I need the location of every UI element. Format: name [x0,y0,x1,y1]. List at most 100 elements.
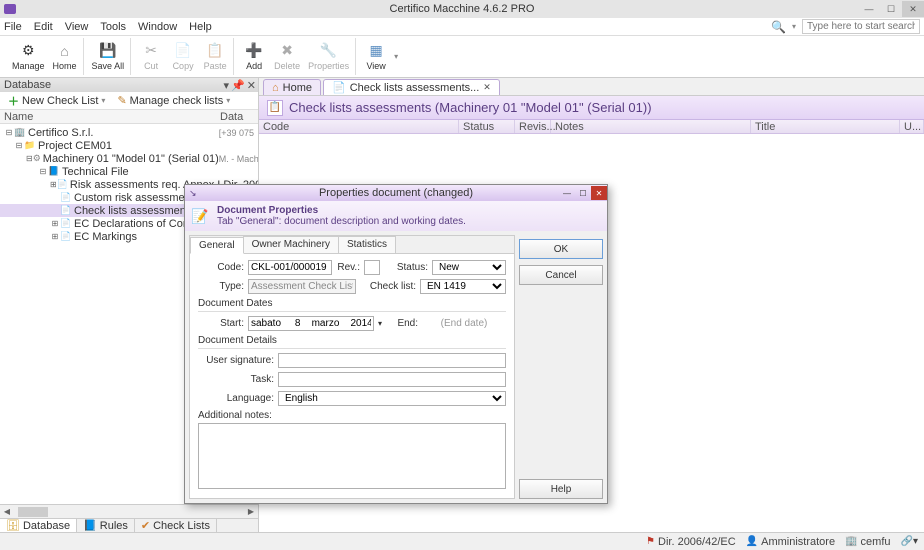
grid-col-status[interactable]: Status [459,120,515,133]
status-company: cemfu [861,536,891,548]
rules-icon: 📘 [83,519,97,532]
properties-button[interactable]: 🔧Properties [306,37,351,75]
dialog-icon: ↘ [189,188,197,199]
cut-button[interactable]: ✂Cut [137,37,165,75]
search-input[interactable] [802,19,920,34]
section-dates: Document Dates [198,298,506,312]
tree-col-name[interactable]: Name [0,111,220,123]
search-dropdown-icon[interactable]: ▾ [792,22,796,31]
add-button[interactable]: ➕Add [240,37,268,75]
maximize-button[interactable]: ☐ [880,1,902,17]
bottom-tab-rules[interactable]: 📘Rules [77,519,135,532]
search-icon[interactable]: 🔍 [771,20,786,34]
network-icon[interactable]: 🔗▾ [901,536,918,547]
banner-title: Document Properties [217,205,466,216]
rev-field[interactable] [364,260,380,275]
pencil-icon: ✎ [117,94,126,107]
menu-view[interactable]: View [65,21,89,33]
tree-row-project[interactable]: ⊟📁Project CEM01 [0,139,258,152]
folder-icon: 📁 [24,141,36,151]
tab-general[interactable]: General [190,237,244,254]
dialog-maximize-button[interactable]: ☐ [575,186,591,200]
statusbar: ⚑Dir. 2006/42/EC 👤Amministratore 🏢cemfu … [0,532,924,550]
lbl-code: Code: [198,262,244,273]
grid-col-code[interactable]: Code [259,120,459,133]
new-checklist-button[interactable]: ＋New Check List ▾ [4,93,109,109]
code-field[interactable] [248,260,332,275]
manage-button[interactable]: ⚙Manage [10,37,47,75]
panel-dropdown-icon[interactable]: ▾ [224,79,230,92]
paste-button[interactable]: 📋Paste [201,37,229,75]
user-icon: 👤 [746,536,758,547]
cancel-button[interactable]: Cancel [519,265,603,285]
grid-icon: ▦ [367,42,385,60]
help-button[interactable]: Help [519,479,603,499]
building-small-icon: 🏢 [845,536,857,547]
grid-col-notes[interactable]: Notes [551,120,751,133]
menu-tools[interactable]: Tools [100,21,126,33]
tab-close-icon[interactable]: ✕ [483,82,491,93]
copy-button[interactable]: 📄Copy [169,37,197,75]
tree-col-data[interactable]: Data [220,111,258,123]
save-all-button[interactable]: 💾Save All [90,37,127,75]
banner-subtitle: Tab "General": document description and … [217,216,466,227]
tab-checklists-doc[interactable]: 📄Check lists assessments...✕ [323,79,500,95]
close-button[interactable]: ✕ [902,1,924,17]
doc-tab-icon: 📄 [332,81,346,94]
dialog-title: Properties document (changed) [319,187,473,199]
panel-close-icon[interactable]: ✕ [247,79,256,92]
view-dropdown-icon[interactable]: ▾ [394,52,398,61]
tab-statistics[interactable]: Statistics [338,236,396,253]
minimize-button[interactable]: — [858,1,880,17]
doc-icon: 📄 [60,206,72,216]
building-icon: 🏢 [14,128,26,138]
menu-edit[interactable]: Edit [34,21,53,33]
main-toolbar: ⚙Manage ⌂Home 💾Save All ✂Cut 📄Copy 📋Past… [0,36,924,78]
wrench-doc-icon: 📝 [191,206,209,226]
doc-icon: 📄 [60,219,72,229]
bottom-tab-checklists[interactable]: ✔Check Lists [135,519,217,532]
panel-pin-icon[interactable]: 📌 [231,79,245,92]
task-field[interactable] [278,372,506,387]
tree-row-company[interactable]: ⊟🏢Certifico S.r.l.[+39 075 [0,126,258,139]
language-select[interactable]: English [278,391,506,406]
lbl-task: Task: [198,374,274,385]
menu-file[interactable]: File [4,21,22,33]
titlebar: Certifico Macchine 4.6.2 PRO — ☐ ✕ [0,0,924,18]
properties-icon: 🔧 [320,42,338,60]
notes-textarea[interactable] [198,423,506,489]
status-select[interactable]: New [432,260,506,275]
flag-icon: ⚑ [646,536,655,547]
home-button[interactable]: ⌂Home [51,37,79,75]
end-date-placeholder[interactable]: (End date) [422,318,506,329]
lbl-status: Status: [390,262,428,273]
dialog-minimize-button[interactable]: — [559,186,575,200]
view-button[interactable]: ▦View [362,37,390,75]
menu-window[interactable]: Window [138,21,177,33]
grid-col-revis[interactable]: Revis... [515,120,551,133]
app-title: Certifico Macchine 4.6.2 PRO [390,3,535,15]
tree-row-machinery[interactable]: ⊟⚙Machinery 01 "Model 01" (Serial 01)M. … [0,152,258,165]
tab-owner-machinery[interactable]: Owner Machinery [243,236,339,253]
bottom-tab-database[interactable]: 🗄Database [0,519,77,532]
calendar-dropdown-icon[interactable]: ▾ [378,319,382,328]
database-panel-title: Database [4,79,51,91]
tree-row-technical-file[interactable]: ⊟📘Technical File [0,165,258,178]
properties-dialog: ↘ Properties document (changed) — ☐ ✕ 📝 … [184,184,608,504]
tab-home[interactable]: ⌂Home [263,79,321,95]
checklist-select[interactable]: EN 1419 [420,279,506,294]
signature-field[interactable] [278,353,506,368]
plus-icon: ＋ [8,93,19,109]
lbl-language: Language: [198,393,274,404]
lbl-type: Type: [198,281,244,292]
manage-checklists-button[interactable]: ✎Manage check lists ▾ [113,94,234,107]
doc-icon: 📘 [48,167,60,177]
grid-col-title[interactable]: Title [751,120,900,133]
grid-col-u[interactable]: U... [900,120,924,133]
start-date-field[interactable] [248,316,374,331]
dialog-close-button[interactable]: ✕ [591,186,607,200]
delete-button[interactable]: ✖Delete [272,37,302,75]
ok-button[interactable]: OK [519,239,603,259]
menu-help[interactable]: Help [189,21,212,33]
tree-hscroll[interactable]: ◀▶ [0,504,258,518]
